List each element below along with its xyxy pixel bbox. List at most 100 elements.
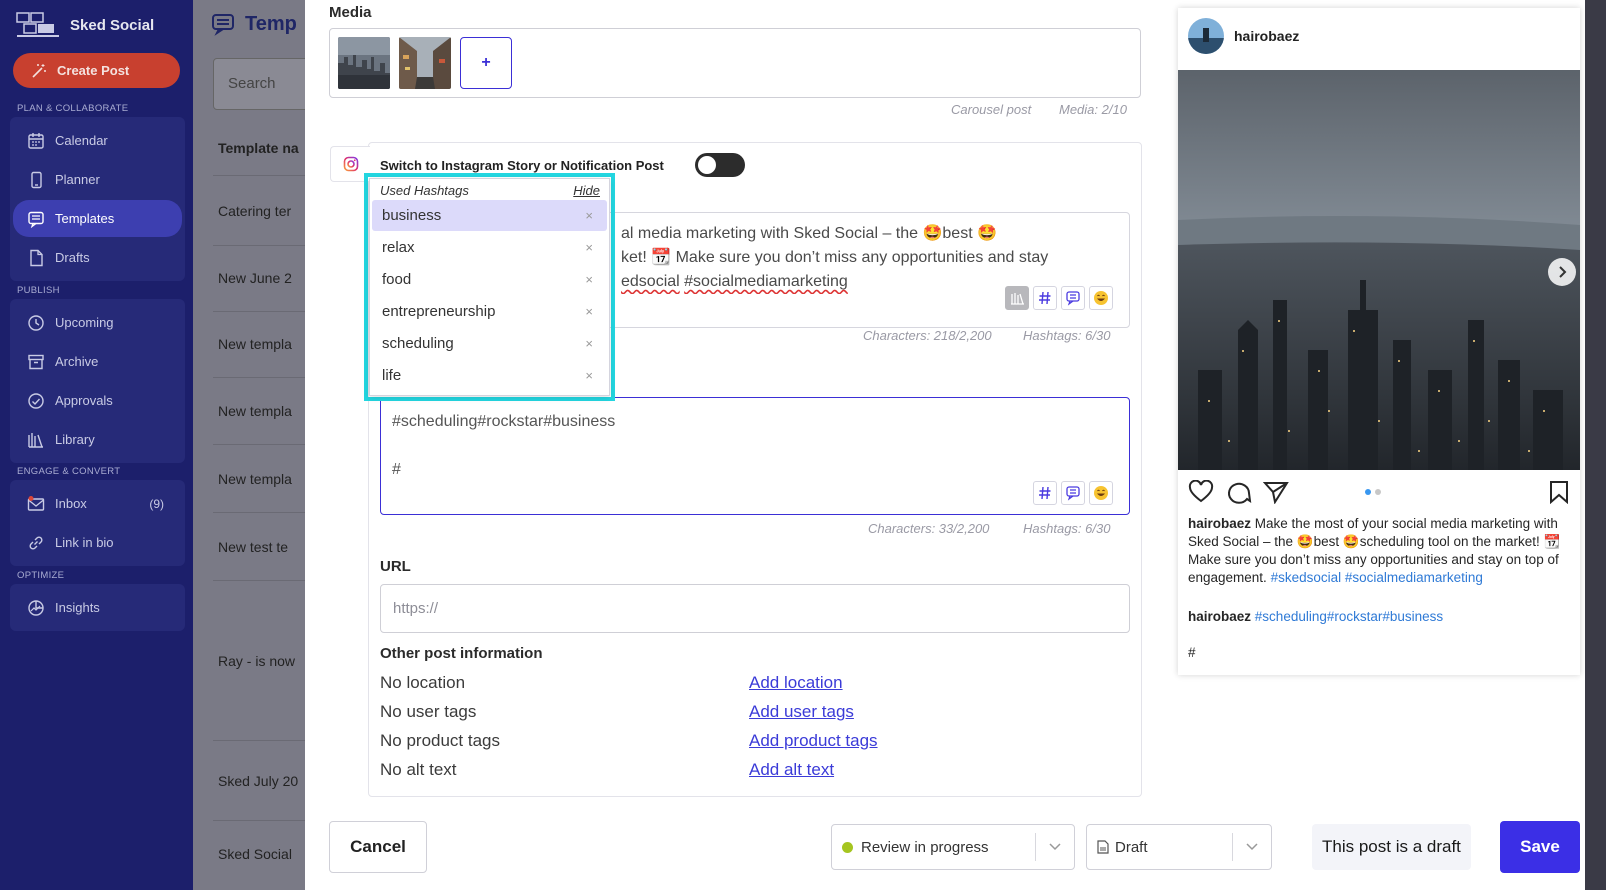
share-icon[interactable] <box>1263 480 1289 504</box>
templates-search-input[interactable]: Search <box>213 58 305 110</box>
row-divider <box>213 740 305 741</box>
hashtag-option[interactable]: relax × <box>372 232 607 263</box>
hashtag-option[interactable]: scheduling × <box>372 328 607 359</box>
bookmark-icon[interactable] <box>1548 480 1570 504</box>
sidebar-group-publish: Upcoming Archive Approvals Library <box>10 299 185 463</box>
chevron-right-icon <box>1559 266 1567 278</box>
sidebar-item-upcoming[interactable]: Upcoming <box>13 304 182 341</box>
media-thumbnail-city[interactable] <box>338 37 390 89</box>
emoji-icon <box>1094 486 1108 500</box>
add-media-button[interactable]: + <box>460 37 512 89</box>
remove-hashtag-icon[interactable]: × <box>585 368 593 383</box>
template-row[interactable]: Catering ter <box>218 203 291 219</box>
sidebar-item-drafts[interactable]: Drafts <box>13 239 182 276</box>
check-circle-icon <box>28 392 44 409</box>
review-status-select[interactable]: Review in progress <box>831 824 1075 870</box>
hashtag-option[interactable]: food × <box>372 264 607 295</box>
row-divider <box>213 444 305 445</box>
alt-text-status: No alt text <box>380 760 457 779</box>
other-info-label: Other post information <box>380 645 543 662</box>
remove-hashtag-icon[interactable]: × <box>585 272 593 287</box>
preview-comment-tags: #scheduling#rockstar#business <box>1254 609 1444 624</box>
select-divider <box>1232 833 1233 861</box>
sidebar-item-label: Drafts <box>55 250 90 265</box>
sidebar-item-approvals[interactable]: Approvals <box>13 382 182 419</box>
story-toggle[interactable] <box>695 153 745 177</box>
preview-image <box>1178 70 1580 470</box>
hashtag-option[interactable]: business × <box>372 200 607 231</box>
sidebar-item-link-in-bio[interactable]: Link in bio <box>13 524 182 561</box>
sidebar-item-planner[interactable]: Planner <box>13 161 182 198</box>
add-location-link[interactable]: Add location <box>749 673 843 693</box>
add-user-tags-link[interactable]: Add user tags <box>749 702 854 722</box>
remove-hashtag-icon[interactable]: × <box>585 240 593 255</box>
sidebar-item-calendar[interactable]: Calendar <box>13 122 182 159</box>
used-hashtags-title: Used Hashtags <box>380 183 469 198</box>
carousel-dots <box>1365 489 1381 495</box>
hashtag-option[interactable]: life × <box>372 360 607 391</box>
sidebar-group-plan: Calendar Planner Templates Drafts <box>10 117 185 281</box>
template-row[interactable]: New templa <box>218 336 292 352</box>
comment-icon[interactable] <box>1226 480 1252 504</box>
preview-caption-tags: #skedsocial #socialmediamarketing <box>1270 570 1483 585</box>
template-row[interactable]: New templa <box>218 403 292 419</box>
template-row[interactable]: New test te <box>218 539 288 555</box>
review-status-value: Review in progress <box>861 838 989 856</box>
sidebar-item-inbox[interactable]: Inbox (9) <box>13 485 182 522</box>
sidebar-item-insights[interactable]: Insights <box>13 589 182 626</box>
template-row[interactable]: Sked Social <box>218 846 292 862</box>
magic-wand-icon <box>32 63 46 78</box>
sidebar-item-library[interactable]: Library <box>13 421 182 458</box>
add-alt-text-link[interactable]: Add alt text <box>749 760 834 780</box>
library-button[interactable] <box>1005 286 1029 310</box>
create-post-label: Create Post <box>57 63 130 78</box>
caption-hashtag-socialmediamarketing: #socialmediamarketing <box>684 273 848 290</box>
hide-hashtags-link[interactable]: Hide <box>573 183 600 198</box>
templates-button[interactable] <box>1061 286 1085 310</box>
chat-icon <box>212 14 234 36</box>
template-row[interactable]: Ray - is now <box>218 653 295 669</box>
emoji-button[interactable] <box>1089 481 1113 505</box>
sked-logo-icon <box>16 12 59 37</box>
sidebar-item-label: Library <box>55 432 95 447</box>
preview-caption: hairobaez Make the most of your social m… <box>1188 515 1568 587</box>
template-row[interactable]: Sked July 20 <box>218 773 298 789</box>
select-divider <box>1035 833 1036 861</box>
used-hashtags-dropdown: Used Hashtags Hide business × relax × fo… <box>369 178 610 396</box>
preview-username: hairobaez <box>1234 28 1300 44</box>
sidebar-item-label: Planner <box>55 172 100 187</box>
emoji-button[interactable] <box>1089 286 1113 310</box>
hashtag-button[interactable] <box>1033 481 1057 505</box>
sidebar-item-label: Templates <box>55 211 115 226</box>
hashtag-button[interactable] <box>1033 286 1057 310</box>
used-hashtags-header: Used Hashtags Hide <box>380 183 600 198</box>
sidebar-item-templates[interactable]: Templates <box>13 200 182 237</box>
comment-toolbar <box>1033 481 1113 505</box>
chevron-down-icon <box>1246 843 1258 851</box>
media-label: Media <box>329 4 372 21</box>
chat-icon <box>28 211 44 228</box>
preview-caption-user: hairobaez <box>1188 516 1252 531</box>
remove-hashtag-icon[interactable]: × <box>585 336 593 351</box>
post-status-select[interactable]: Draft <box>1086 824 1272 870</box>
phone-icon <box>31 171 42 188</box>
cancel-button[interactable]: Cancel <box>329 821 427 873</box>
templates-button[interactable] <box>1061 481 1085 505</box>
save-button[interactable]: Save <box>1500 821 1580 873</box>
remove-hashtag-icon[interactable]: × <box>585 304 593 319</box>
product-tags-status: No product tags <box>380 731 501 750</box>
brand[interactable]: Sked Social <box>16 10 154 40</box>
sidebar-item-archive[interactable]: Archive <box>13 343 182 380</box>
template-row[interactable]: New templa <box>218 471 292 487</box>
hashtag-option[interactable]: entrepreneurship × <box>372 296 607 327</box>
preview-next-button[interactable] <box>1548 258 1576 286</box>
heart-icon[interactable] <box>1188 480 1214 504</box>
media-thumbnail-street[interactable] <box>399 37 451 89</box>
create-post-button[interactable]: Create Post <box>13 53 180 88</box>
template-row[interactable]: New June 2 <box>218 270 292 286</box>
remove-hashtag-icon[interactable]: × <box>585 208 593 223</box>
url-input[interactable]: https:// <box>380 584 1130 633</box>
add-product-tags-link[interactable]: Add product tags <box>749 731 878 751</box>
sidebar-item-label: Insights <box>55 600 100 615</box>
draft-status-note: This post is a draft <box>1312 824 1471 870</box>
